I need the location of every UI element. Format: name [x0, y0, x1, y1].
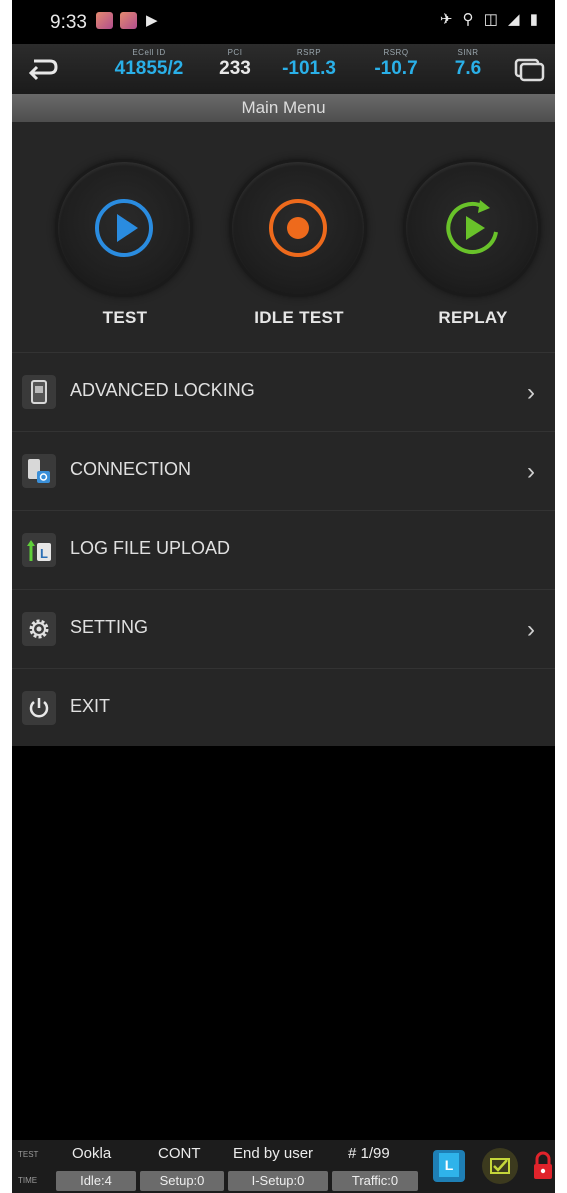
- record-icon: [269, 199, 327, 257]
- phone-lock-icon: [22, 375, 56, 409]
- back-arrow-icon: [28, 59, 58, 81]
- setup-counter: Setup:0: [140, 1171, 224, 1191]
- idle-test-label: IDLE TEST: [254, 308, 344, 327]
- message-check-button[interactable]: [482, 1148, 518, 1184]
- test-action[interactable]: TEST: [50, 152, 200, 352]
- log-badge-button[interactable]: L: [433, 1150, 465, 1182]
- menu-item-log-file-upload[interactable]: L LOG FILE UPLOAD: [12, 510, 555, 589]
- menu-item-label: CONNECTION: [70, 459, 191, 479]
- menu-item-connection[interactable]: CONNECTION ›: [12, 431, 555, 510]
- main-menu-panel: TEST IDLE TEST REPLAY ADVANCED LOCKING ›…: [12, 122, 555, 746]
- back-button[interactable]: [20, 52, 64, 86]
- time-tag: TIME: [18, 1176, 38, 1185]
- i-setup-counter: I-Setup:0: [228, 1171, 328, 1191]
- notification-icon: [96, 12, 113, 29]
- connection-icon: [22, 454, 56, 488]
- idle-test-action[interactable]: IDLE TEST: [224, 152, 374, 352]
- status-icons: ✈ ⚲ ◫ ◢ ▮: [439, 11, 541, 28]
- window-toggle-button[interactable]: [511, 54, 547, 84]
- menu-item-label: SETTING: [70, 617, 149, 637]
- menu-item-label: EXIT: [70, 696, 111, 716]
- bottom-status-bar: TEST TIME Ookla CONT End by user # 1/99 …: [12, 1140, 555, 1193]
- status-time: 9:33: [50, 12, 87, 33]
- chevron-right-icon: ›: [527, 458, 535, 485]
- chevron-right-icon: ›: [527, 379, 535, 406]
- metric-ecell-id: ECell ID 41855/2: [114, 48, 184, 79]
- idle-test-button[interactable]: [232, 162, 364, 294]
- test-tag: TEST: [18, 1150, 39, 1159]
- metric-rsrq: RSRQ -10.7: [374, 48, 418, 79]
- end-condition: End by user: [233, 1145, 314, 1162]
- menu-item-advanced-locking[interactable]: ADVANCED LOCKING ›: [12, 352, 555, 431]
- test-mode: CONT: [158, 1145, 201, 1162]
- window-icon: [514, 58, 545, 82]
- test-name: Ookla: [72, 1145, 112, 1162]
- notification-icon: [120, 12, 137, 29]
- play-status-icon: ▶: [146, 12, 158, 29]
- info-bar: ECell ID 41855/2 PCI 233 RSRP -101.3 RSR…: [12, 44, 555, 94]
- traffic-counter: Traffic:0: [332, 1171, 418, 1191]
- menu-item-label: ADVANCED LOCKING: [70, 380, 255, 400]
- replay-label: REPLAY: [438, 308, 508, 327]
- lock-button[interactable]: [532, 1151, 554, 1181]
- metric-sinr: SINR 7.6: [454, 48, 482, 79]
- idle-counter: Idle:4: [56, 1171, 136, 1191]
- menu-item-setting[interactable]: SETTING ›: [12, 589, 555, 668]
- lock-icon: [534, 1151, 552, 1179]
- replay-action[interactable]: REPLAY: [398, 152, 548, 352]
- gear-icon: [22, 612, 56, 646]
- replay-icon: [446, 200, 498, 254]
- log-badge-letter: L: [439, 1153, 459, 1177]
- test-button[interactable]: [58, 162, 190, 294]
- play-icon: [95, 199, 153, 257]
- menu-item-label: LOG FILE UPLOAD: [70, 538, 231, 558]
- phone-screen: 9:33 ▶ ✈ ⚲ ◫ ◢ ▮ ECell ID 41855/2 PCI 23…: [12, 0, 555, 1193]
- svg-text:L: L: [40, 546, 48, 561]
- menu-title: Main Menu: [12, 94, 555, 122]
- replay-button[interactable]: [406, 162, 538, 294]
- menu-item-exit[interactable]: EXIT: [12, 668, 555, 747]
- log-upload-icon: L: [22, 533, 56, 567]
- test-label: TEST: [102, 308, 148, 327]
- metric-rsrp: RSRP -101.3: [282, 48, 336, 79]
- status-bar: 9:33 ▶ ✈ ⚲ ◫ ◢ ▮: [12, 0, 555, 44]
- chevron-right-icon: ›: [527, 616, 535, 643]
- power-icon: [22, 691, 56, 725]
- mail-check-icon: [490, 1158, 510, 1174]
- test-count: # 1/99: [348, 1145, 390, 1162]
- metric-pci: PCI 233: [219, 48, 251, 79]
